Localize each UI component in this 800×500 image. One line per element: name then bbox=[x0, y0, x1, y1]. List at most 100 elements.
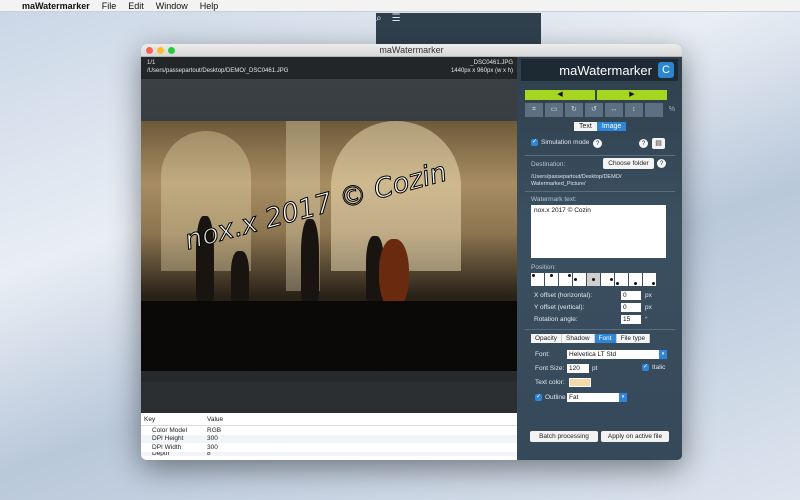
position-middle-left[interactable] bbox=[573, 273, 586, 286]
position-bottom-left[interactable] bbox=[615, 273, 628, 286]
percent-label: % bbox=[668, 106, 676, 113]
minimize-window-button[interactable] bbox=[157, 47, 164, 54]
cell-key: Color Model bbox=[152, 426, 188, 434]
file-name: _DSC0461.JPG bbox=[470, 60, 513, 66]
tab-text[interactable]: Text bbox=[574, 122, 597, 131]
menu-app-name[interactable]: maWatermarker bbox=[22, 1, 90, 11]
watermark-text-label: Watermark text: bbox=[531, 196, 577, 203]
menu-file[interactable]: File bbox=[102, 1, 117, 11]
next-image-button[interactable]: ▶ bbox=[597, 90, 667, 100]
simulation-label: Simulation mode bbox=[541, 139, 590, 147]
rotation-input[interactable]: 15 bbox=[621, 315, 641, 324]
position-grid bbox=[531, 273, 656, 286]
table-row[interactable]: DPI Height 300 bbox=[141, 434, 517, 443]
window-title: maWatermarker bbox=[379, 45, 444, 55]
cell-key: DPI Height bbox=[152, 435, 184, 443]
copyright-logo-icon: C bbox=[658, 62, 674, 78]
menu-edit[interactable]: Edit bbox=[128, 1, 144, 11]
settings-panel: maWatermarker C ◀ ▶ ⌗ ▭ ↻ ↺ ↔ ↕ % Text I… bbox=[517, 57, 682, 460]
font-value: Helvetica LT Std bbox=[569, 351, 617, 358]
y-offset-unit: px bbox=[645, 304, 652, 311]
outline-label: Outline bbox=[545, 394, 566, 402]
tab-image[interactable]: Image bbox=[596, 122, 627, 131]
font-size-label: Font Size: bbox=[535, 365, 565, 372]
table-row[interactable]: DPI Width 300 bbox=[141, 443, 517, 452]
preview-window-icon[interactable]: ▤ bbox=[652, 138, 665, 149]
help-icon[interactable]: ? bbox=[639, 139, 648, 148]
choose-folder-button[interactable]: Choose folder bbox=[603, 158, 654, 169]
tab-font[interactable]: Font bbox=[594, 334, 617, 343]
tab-file-type[interactable]: File type bbox=[616, 334, 651, 343]
rotate-left-icon[interactable]: ↺ bbox=[584, 103, 603, 117]
italic-label: Italic bbox=[652, 364, 666, 372]
help-icon[interactable]: ? bbox=[593, 139, 602, 148]
flip-vertical-icon[interactable]: ↕ bbox=[624, 103, 643, 117]
mode-tabs: Text Image bbox=[574, 122, 627, 131]
position-bottom-center[interactable] bbox=[629, 273, 642, 286]
help-icon[interactable]: ? bbox=[657, 159, 666, 168]
y-offset-input[interactable]: 0 bbox=[621, 303, 641, 312]
blank-tool[interactable] bbox=[644, 103, 663, 117]
font-label: Font: bbox=[535, 351, 550, 358]
x-offset-unit: px bbox=[645, 292, 652, 299]
cell-value: 300 bbox=[207, 443, 218, 451]
tab-shadow[interactable]: Shadow bbox=[562, 334, 595, 343]
watermark-text-input[interactable]: nox.x 2017 © Cozin bbox=[531, 205, 666, 258]
rotation-unit: ° bbox=[645, 316, 648, 323]
table-header: Key Value bbox=[141, 413, 517, 426]
image-viewer: nox.x 2017 © Cozin bbox=[141, 79, 517, 382]
font-size-input[interactable]: 120 bbox=[567, 364, 589, 373]
column-value[interactable]: Value bbox=[207, 416, 223, 423]
y-offset-label: Y offset (vertical): bbox=[534, 304, 585, 311]
check-icon: ✓ bbox=[642, 364, 649, 371]
close-window-button[interactable] bbox=[146, 47, 153, 54]
column-key[interactable]: Key bbox=[141, 416, 207, 423]
crop-icon[interactable]: ⌗ bbox=[525, 103, 543, 117]
destination-path: /Users/passepartout/Desktop/DEMO/ Waterm… bbox=[531, 174, 622, 187]
font-select[interactable]: Helvetica LT Std ▾ bbox=[567, 350, 667, 359]
simulation-mode-checkbox[interactable]: ✓ Simulation mode bbox=[531, 139, 589, 146]
rotation-label: Rotation angle: bbox=[534, 316, 578, 323]
position-center[interactable] bbox=[587, 273, 600, 286]
font-size-unit: pt bbox=[592, 365, 598, 372]
maximize-window-button[interactable] bbox=[168, 47, 175, 54]
logo-name: maWatermarker bbox=[559, 62, 652, 78]
position-bottom-right[interactable] bbox=[643, 273, 656, 286]
menu-help[interactable]: Help bbox=[200, 1, 219, 11]
style-tabs: Opacity Shadow Font File type bbox=[531, 334, 651, 343]
preview-pane: 1/1 /Users/passepartout/Desktop/DEMO/_DS… bbox=[141, 57, 517, 460]
apply-active-file-button[interactable]: Apply on active file bbox=[601, 431, 669, 442]
italic-checkbox[interactable]: ✓ Italic bbox=[642, 364, 665, 371]
file-path: /Users/passepartout/Desktop/DEMO/_DSC046… bbox=[147, 68, 289, 74]
tab-opacity[interactable]: Opacity bbox=[531, 334, 563, 343]
x-offset-label: X offset (horizontal): bbox=[534, 292, 593, 299]
position-top-left[interactable] bbox=[531, 273, 544, 286]
outline-checkbox[interactable]: ✓ Outline bbox=[535, 394, 566, 401]
outline-value: Fat bbox=[569, 394, 579, 401]
app-logo: maWatermarker C bbox=[521, 59, 678, 81]
check-icon: ✓ bbox=[535, 394, 542, 401]
size-icon[interactable]: ▭ bbox=[544, 103, 563, 117]
file-counter: 1/1 bbox=[147, 60, 156, 66]
app-window: maWatermarker 1/1 /Users/passepartout/De… bbox=[141, 44, 682, 460]
rotate-right-icon[interactable]: ↻ bbox=[564, 103, 583, 117]
batch-processing-button[interactable]: Batch processing bbox=[530, 431, 598, 442]
table-row[interactable]: Color Model RGB bbox=[141, 426, 517, 435]
photo-preview[interactable]: nox.x 2017 © Cozin bbox=[141, 121, 517, 371]
flip-horizontal-icon[interactable]: ↔ bbox=[604, 103, 623, 117]
position-middle-right[interactable] bbox=[601, 273, 614, 286]
check-icon: ✓ bbox=[531, 139, 538, 146]
cell-value: RGB bbox=[207, 426, 222, 434]
previous-image-button[interactable]: ◀ bbox=[525, 90, 595, 100]
menu-window[interactable]: Window bbox=[156, 1, 188, 11]
chevron-down-icon: ▾ bbox=[659, 350, 667, 359]
position-top-right[interactable] bbox=[559, 273, 572, 286]
position-top-center[interactable] bbox=[545, 273, 558, 286]
outline-select[interactable]: Fat ▾ bbox=[567, 393, 627, 402]
x-offset-input[interactable]: 0 bbox=[621, 291, 641, 300]
chevron-down-icon: ▾ bbox=[619, 393, 627, 402]
text-color-well[interactable] bbox=[569, 378, 591, 387]
table-row[interactable]: Depth 8 bbox=[141, 451, 517, 456]
cell-value: 8 bbox=[207, 451, 211, 456]
metadata-table: Key Value Color Model RGB DPI Height 300… bbox=[141, 413, 517, 460]
